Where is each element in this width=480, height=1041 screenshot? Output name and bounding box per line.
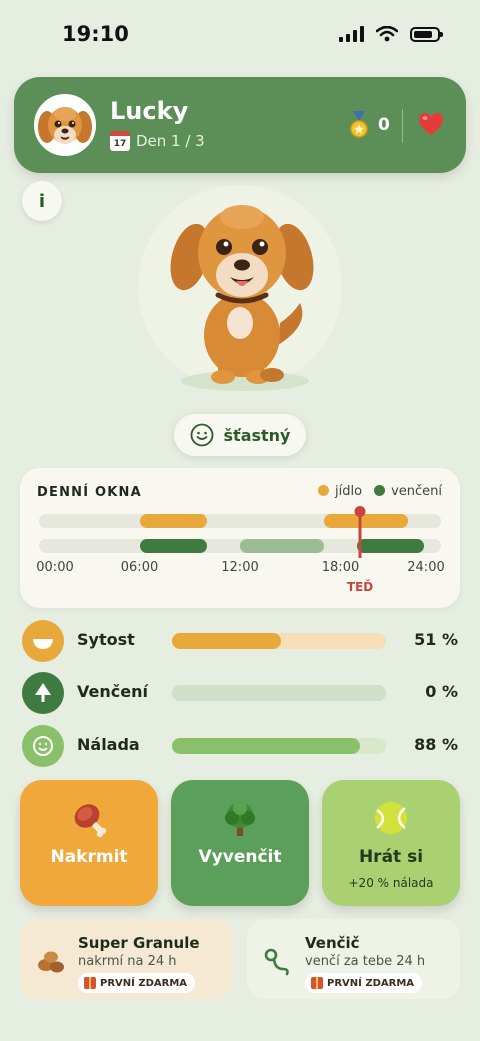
timeline-tick: 12:00 bbox=[221, 560, 259, 575]
walk-window-segment bbox=[357, 539, 425, 553]
wifi-icon bbox=[376, 26, 398, 42]
stat-mood-value: 88 % bbox=[414, 735, 458, 754]
smile-icon bbox=[190, 423, 213, 447]
walk-button[interactable]: Vyvenčit bbox=[171, 780, 309, 906]
day-label: Den 1 / 3 bbox=[136, 132, 205, 150]
food-dot bbox=[318, 485, 330, 496]
tree-icon bbox=[35, 683, 51, 702]
stat-mood: Nálada 88 % bbox=[22, 725, 462, 767]
first-free-badge: PRVNÍ ZDARMA bbox=[305, 973, 423, 993]
mood-label: šťastný bbox=[223, 425, 291, 445]
stat-mood-icon-bg bbox=[22, 725, 64, 767]
now-label: TEĎ bbox=[346, 580, 374, 594]
gift-icon bbox=[84, 977, 96, 989]
pet-avatar[interactable] bbox=[34, 94, 96, 156]
windows-legend: jídlo venčení bbox=[318, 484, 442, 499]
heart-icon[interactable] bbox=[418, 111, 444, 137]
tree-bush-icon bbox=[225, 801, 255, 836]
status-icons bbox=[339, 26, 443, 42]
battery-icon bbox=[410, 26, 443, 42]
legend-food-label: jídlo bbox=[335, 484, 363, 499]
walk-window-segment bbox=[139, 539, 207, 553]
now-marker-line bbox=[358, 510, 362, 558]
stat-walk: Venčení 0 % bbox=[22, 672, 462, 714]
shop-item-super-granule[interactable]: Super Granule nakrmí na 24 h PRVNÍ ZDARM… bbox=[20, 919, 233, 999]
stat-satiety-label: Sytost bbox=[77, 630, 135, 649]
daily-windows-card: DENNÍ OKNA jídlo venčení 00:00 06:00 12:00… bbox=[20, 468, 460, 608]
food-window-segment bbox=[323, 514, 408, 528]
feed-button-label: Nakrmit bbox=[50, 847, 128, 867]
badge-label: PRVNÍ ZDARMA bbox=[327, 977, 415, 989]
stat-satiety-fill bbox=[172, 633, 282, 649]
walk-dot bbox=[374, 485, 386, 496]
calendar-icon: 17 bbox=[110, 131, 130, 151]
header-divider bbox=[402, 109, 403, 143]
stat-satiety-icon-bg bbox=[22, 620, 64, 662]
smile-face-icon bbox=[33, 736, 53, 756]
info-icon: i bbox=[38, 190, 46, 212]
stat-satiety-bar bbox=[172, 633, 386, 649]
tennis-ball-icon bbox=[375, 802, 407, 834]
first-free-badge: PRVNÍ ZDARMA bbox=[78, 973, 196, 993]
timeline-tick: 06:00 bbox=[120, 560, 159, 575]
feed-button[interactable]: Nakrmit bbox=[20, 780, 158, 906]
mood-indicator[interactable]: šťastný bbox=[174, 414, 306, 456]
legend-walk-label: venčení bbox=[391, 484, 442, 499]
dog-illustration[interactable] bbox=[160, 195, 330, 395]
play-button-sublabel: +20 % nálada bbox=[348, 876, 434, 890]
walk-window-segment bbox=[240, 539, 324, 553]
day-counter: 17 Den 1 / 3 bbox=[110, 131, 205, 151]
stat-satiety: Sytost 51 % bbox=[22, 620, 462, 662]
stat-mood-bar bbox=[172, 738, 386, 754]
info-button[interactable]: i bbox=[22, 181, 62, 221]
shop-item-subtitle: nakrmí na 24 h bbox=[78, 954, 177, 969]
stat-walk-value: 0 % bbox=[425, 682, 458, 701]
pet-name: Lucky bbox=[110, 97, 189, 125]
now-marker-dot bbox=[354, 506, 366, 517]
play-button[interactable]: Hrát si +20 % nálada bbox=[322, 780, 460, 906]
signal-icon bbox=[339, 26, 364, 42]
daily-windows-title: DENNÍ OKNA bbox=[37, 485, 142, 500]
stat-mood-fill bbox=[172, 738, 361, 754]
leash-icon bbox=[264, 948, 289, 976]
meat-icon bbox=[74, 804, 107, 838]
shop-item-subtitle: venčí za tebe 24 h bbox=[305, 954, 426, 969]
legend-food: jídlo bbox=[318, 484, 362, 499]
medal-icon bbox=[350, 111, 368, 138]
walk-timeline bbox=[39, 539, 441, 553]
timeline-tick: 00:00 bbox=[36, 560, 74, 575]
stat-satiety-value: 51 % bbox=[414, 630, 458, 649]
stat-mood-label: Nálada bbox=[77, 735, 140, 754]
legend-walk: venčení bbox=[374, 484, 442, 499]
timeline-tick: 24:00 bbox=[407, 560, 445, 575]
timeline-tick: 18:00 bbox=[321, 560, 360, 575]
walk-button-label: Vyvenčit bbox=[198, 847, 282, 867]
badge-label: PRVNÍ ZDARMA bbox=[100, 977, 188, 989]
food-bowl-icon bbox=[33, 639, 53, 649]
stat-walk-label: Venčení bbox=[77, 682, 148, 701]
gift-icon bbox=[311, 977, 323, 989]
food-window-segment bbox=[139, 514, 207, 528]
stat-walk-icon-bg bbox=[22, 672, 64, 714]
food-timeline bbox=[39, 514, 441, 528]
play-button-label: Hrát si bbox=[358, 847, 424, 867]
pet-header: Lucky 17 Den 1 / 3 0 bbox=[14, 77, 466, 173]
medal-count: 0 bbox=[378, 115, 390, 135]
shop-item-title: Super Granule bbox=[78, 934, 200, 952]
status-time: 19:10 bbox=[62, 22, 129, 46]
stat-walk-bar bbox=[172, 685, 386, 701]
status-bar: 19:10 bbox=[0, 0, 480, 70]
shop-item-title: Venčič bbox=[305, 934, 360, 952]
shop-item-walker[interactable]: Venčič venčí za tebe 24 h PRVNÍ ZDARMA bbox=[247, 919, 460, 999]
kibble-icon bbox=[38, 951, 64, 973]
